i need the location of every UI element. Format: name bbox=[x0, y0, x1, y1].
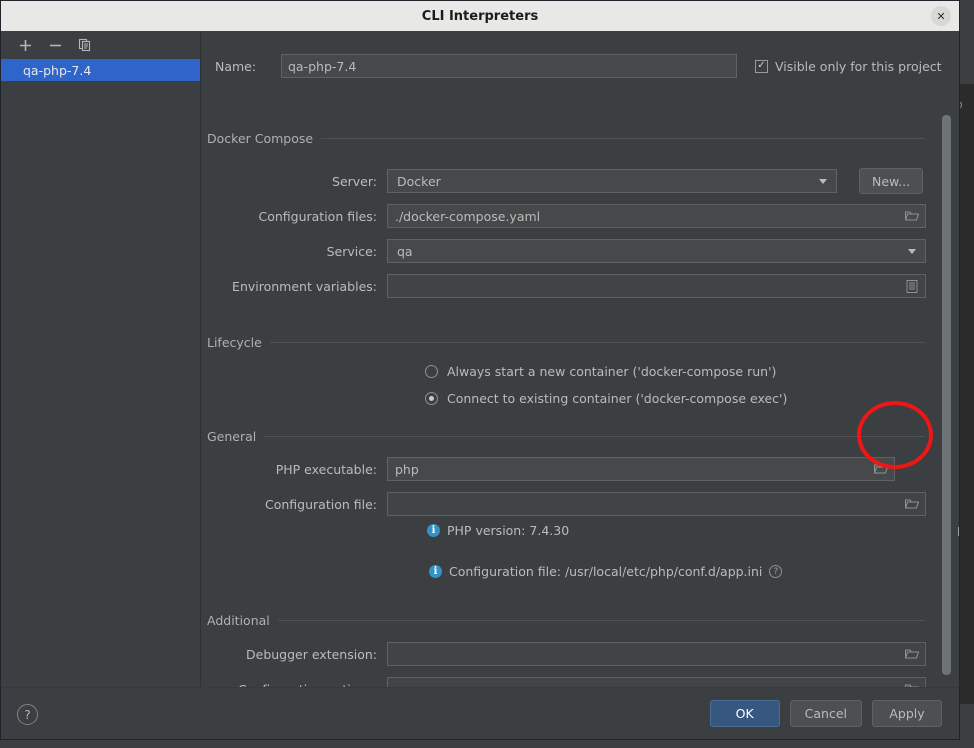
folder-icon[interactable] bbox=[904, 210, 919, 223]
php-executable-value: php bbox=[395, 461, 419, 477]
check-glyph: ✓ bbox=[757, 60, 766, 71]
lifecycle-option-exec[interactable]: Connect to existing container ('docker-c… bbox=[425, 388, 787, 408]
group-divider bbox=[321, 137, 925, 139]
name-label: Name: bbox=[215, 58, 257, 74]
debugger-extension-row: Debugger extension: bbox=[207, 642, 959, 666]
help-button[interactable]: ? bbox=[17, 704, 38, 725]
server-value: Docker bbox=[397, 173, 441, 189]
debugger-text: Debugger: Xdebug 3.1.6 bbox=[957, 524, 959, 539]
dialog-footer: ? OK Cancel Apply bbox=[1, 687, 959, 739]
general-group-title: General bbox=[207, 428, 257, 444]
configuration-options-input[interactable] bbox=[387, 677, 926, 687]
configuration-file-input[interactable] bbox=[387, 492, 926, 516]
configuration-files-row: Configuration files: ./docker-compose.ya… bbox=[207, 204, 959, 228]
name-input[interactable] bbox=[281, 54, 737, 78]
info-icon: i bbox=[429, 565, 442, 578]
environment-list-icon[interactable] bbox=[905, 279, 918, 293]
lifecycle-option-run-label: Always start a new container ('docker-co… bbox=[447, 363, 777, 379]
configuration-files-input[interactable]: ./docker-compose.yaml bbox=[387, 204, 926, 228]
php-executable-input[interactable]: php bbox=[387, 457, 895, 481]
chevron-down-icon bbox=[908, 249, 916, 254]
folder-icon[interactable] bbox=[904, 648, 919, 661]
interpreters-sidebar: qa-php-7.4 bbox=[1, 31, 201, 687]
folder-icon[interactable] bbox=[873, 463, 888, 476]
radio-unselected-icon bbox=[425, 364, 438, 378]
general-group: General bbox=[207, 427, 925, 445]
docker-compose-group: Docker Compose bbox=[207, 129, 925, 147]
visible-only-label: Visible only for this project bbox=[775, 58, 942, 74]
cancel-button[interactable]: Cancel bbox=[789, 700, 862, 727]
interpreter-item-label: qa-php-7.4 bbox=[23, 62, 92, 78]
server-row: Server: Docker New... bbox=[207, 168, 959, 194]
dialog-body: qa-php-7.4 Name: ✓ Visible only for this… bbox=[1, 31, 959, 687]
settings-scroll-pane: Docker Compose Server: Docker New... Con… bbox=[201, 109, 959, 687]
configuration-file-info-row: i Configuration file: /usr/local/etc/php… bbox=[429, 564, 783, 579]
service-label: Service: bbox=[326, 243, 377, 259]
php-executable-row: PHP executable: php bbox=[207, 457, 959, 481]
interpreter-list: qa-php-7.4 bbox=[1, 59, 200, 81]
close-icon[interactable]: ✕ bbox=[931, 6, 951, 26]
lifecycle-option-exec-label: Connect to existing container ('docker-c… bbox=[447, 390, 788, 406]
radio-selected-icon bbox=[425, 391, 438, 405]
configuration-files-label: Configuration files: bbox=[258, 208, 377, 224]
configuration-file-info-text: Configuration file: /usr/local/etc/php/c… bbox=[449, 564, 763, 579]
folder-icon[interactable] bbox=[904, 498, 919, 511]
minus-icon[interactable] bbox=[47, 37, 63, 53]
configuration-file-label: Configuration file: bbox=[265, 496, 377, 512]
footer-button-group: OK Cancel Apply bbox=[709, 700, 942, 727]
interpreter-settings-panel: Name: ✓ Visible only for this project Do… bbox=[201, 31, 959, 687]
configuration-file-row: Configuration file: bbox=[207, 492, 959, 516]
php-version-row: i PHP version: 7.4.30 bbox=[427, 523, 569, 538]
lifecycle-group: Lifecycle bbox=[207, 333, 925, 351]
debugger-extension-label: Debugger extension: bbox=[246, 646, 377, 662]
apply-button[interactable]: Apply bbox=[872, 700, 942, 727]
docker-compose-group-title: Docker Compose bbox=[207, 130, 314, 146]
copy-icon[interactable] bbox=[77, 37, 93, 53]
lifecycle-option-run[interactable]: Always start a new container ('docker-co… bbox=[425, 361, 776, 381]
environment-variables-input[interactable] bbox=[387, 274, 926, 298]
server-label: Server: bbox=[332, 173, 377, 189]
cli-interpreters-dialog: CLI Interpreters ✕ qa-php-7.4 Name: qa-p… bbox=[0, 0, 960, 740]
interpreter-list-item-qa-php-7-4[interactable]: qa-php-7.4 bbox=[1, 59, 200, 81]
environment-variables-row: Environment variables: bbox=[207, 274, 959, 298]
help-icon[interactable]: ? bbox=[769, 565, 783, 578]
additional-group-title: Additional bbox=[207, 612, 270, 628]
debugger-extension-input[interactable] bbox=[387, 642, 926, 666]
dialog-titlebar: CLI Interpreters ✕ bbox=[1, 1, 959, 31]
info-icon: i bbox=[427, 524, 440, 537]
group-divider bbox=[277, 619, 925, 621]
php-executable-label: PHP executable: bbox=[275, 461, 377, 477]
new-server-button[interactable]: New... bbox=[859, 168, 924, 194]
vertical-scrollbar[interactable] bbox=[942, 115, 951, 687]
configuration-files-value: ./docker-compose.yaml bbox=[395, 208, 541, 224]
configuration-options-row: Configuration options: bbox=[207, 677, 959, 687]
server-combobox[interactable]: Docker bbox=[387, 169, 837, 193]
scrollbar-thumb[interactable] bbox=[942, 115, 951, 675]
chevron-down-icon bbox=[819, 179, 827, 184]
group-divider bbox=[264, 435, 925, 437]
visible-only-checkbox[interactable]: ✓ Visible only for this project bbox=[755, 59, 942, 74]
group-divider bbox=[269, 341, 925, 343]
sidebar-toolbar bbox=[1, 31, 200, 59]
php-version-text: PHP version: 7.4.30 bbox=[447, 523, 570, 538]
ok-button[interactable]: OK bbox=[709, 700, 780, 727]
plus-icon[interactable] bbox=[17, 37, 33, 53]
additional-group: Additional bbox=[207, 611, 925, 629]
service-row: Service: qa bbox=[207, 239, 959, 263]
dialog-title: CLI Interpreters bbox=[421, 8, 539, 24]
environment-variables-label: Environment variables: bbox=[232, 278, 377, 294]
checkbox-box: ✓ bbox=[755, 59, 768, 73]
service-combobox[interactable]: qa bbox=[387, 239, 926, 263]
name-row: Name: ✓ Visible only for this project bbox=[201, 53, 959, 79]
lifecycle-group-title: Lifecycle bbox=[207, 334, 262, 350]
service-value: qa bbox=[397, 243, 413, 259]
